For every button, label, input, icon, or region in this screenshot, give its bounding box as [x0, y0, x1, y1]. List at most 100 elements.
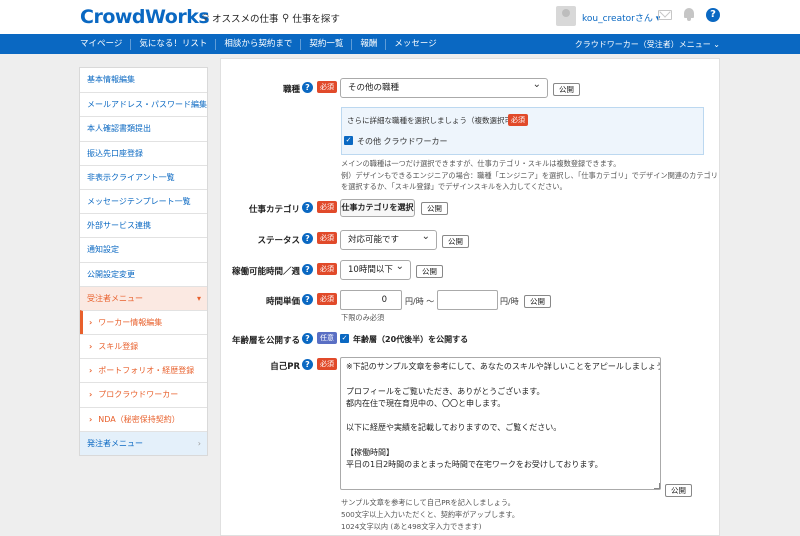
- help-icon[interactable]: ?: [302, 294, 313, 305]
- pr-line: ※下記のサンプル文章を参考にして、あなたのスキルや詳しいことをアピールしましょう…: [346, 362, 661, 371]
- rate-public-toggle[interactable]: 公開: [524, 295, 551, 308]
- lightbulb-icon: 💡︎: [202, 12, 209, 24]
- category-public-toggle[interactable]: 公開: [421, 202, 448, 215]
- occupation-note-3: を選択するか、「スキル登録」でデザインスキルを入力してください。: [341, 182, 567, 191]
- main-nav: マイページ 気になる！リスト 相談から契約まで 契約一覧 報酬 メッセージ: [72, 34, 445, 54]
- help-icon[interactable]: ?: [706, 8, 720, 22]
- rate-max-input[interactable]: [437, 290, 498, 310]
- pr-line: 以下に経歴や実績を記載しておりますので、ご覧ください。: [346, 423, 562, 433]
- sidebar-item-portfolio[interactable]: ポートフォリオ・経歴登録: [80, 358, 207, 382]
- occupation-label: 職種: [282, 85, 300, 95]
- pr-note-3: 1024文字以内 (あと498文字入力できます): [341, 522, 482, 531]
- username: kou_creatorさん: [582, 14, 653, 24]
- sidebar: 基本情報編集 メールアドレス・パスワード編集 本人確認書類提出 振込先口座登録 …: [79, 67, 208, 456]
- required-badge: 必須: [317, 201, 337, 213]
- sidebar-item-notifications[interactable]: 通知設定: [80, 237, 207, 261]
- status-label: ステータス: [257, 236, 300, 246]
- pr-line: 平日の1日2時間のまとまった時間で在宅ワークをお受けしております。: [346, 460, 603, 470]
- nav-search-jobs[interactable]: ⚲ 仕事を探す: [282, 11, 340, 26]
- top-header: CrowdWorks 💡︎ オススメの仕事 ⚲ 仕事を探す kou_creato…: [0, 0, 800, 34]
- checkbox-show-age[interactable]: ✓: [340, 334, 349, 343]
- hours-select[interactable]: 10時間以下: [340, 258, 411, 280]
- nav-recommended-jobs[interactable]: 💡︎ オススメの仕事: [202, 11, 279, 26]
- pr-public-toggle[interactable]: 公開: [665, 484, 692, 497]
- sidebar-item-label: ポートフォリオ・経歴登録: [98, 366, 195, 376]
- pr-line: プロフィールをご覧いただき、ありがとうございます。: [346, 386, 545, 396]
- sidebar-item-external-services[interactable]: 外部サービス連携: [80, 213, 207, 237]
- pr-textarea[interactable]: ※下記のサンプル文章を参考にして、あなたのスキルや詳しいことをアピールしましょう…: [340, 357, 661, 490]
- bell-icon[interactable]: [683, 8, 695, 21]
- help-icon[interactable]: ?: [302, 202, 313, 213]
- crowdworks-logo[interactable]: CrowdWorks: [80, 6, 210, 28]
- rate-unit-1: 円/時 〜: [405, 297, 435, 306]
- required-badge: 必須: [317, 232, 337, 244]
- sidebar-item-label: スキル登録: [98, 342, 139, 352]
- sidebar-item-message-templates[interactable]: メッセージテンプレート一覧: [80, 188, 207, 213]
- sidebar-item-basic-info[interactable]: 基本情報編集: [80, 68, 207, 92]
- age-label: 年齢層を公開する: [231, 336, 300, 346]
- sidebar-item-label: ワーカー情報編集: [98, 317, 163, 327]
- optional-badge: 任意: [317, 332, 337, 344]
- required-badge: 必須: [317, 358, 337, 370]
- sidebar-item-pro-worker[interactable]: プロクラウドワーカー: [80, 382, 207, 406]
- rate-label: 時間単価: [265, 297, 300, 307]
- sidebar-item-nda[interactable]: NDA（秘密保持契約）: [80, 406, 207, 431]
- required-badge: 必須: [317, 263, 337, 275]
- pr-line: 【稼働時間】: [346, 448, 394, 458]
- sidebar-section-worker-menu[interactable]: 受注者メニュー: [80, 285, 207, 310]
- required-badge: 必須: [508, 114, 528, 126]
- sidebar-item-bank-account[interactable]: 振込先口座登録: [80, 140, 207, 165]
- rate-unit-2: 円/時: [500, 297, 519, 306]
- occupation-note-1: メインの職種は一つだけ選択できますが、仕事カテゴリ・スキルは複数登録できます。: [341, 159, 621, 168]
- help-icon[interactable]: ?: [302, 233, 313, 244]
- category-label: 仕事カテゴリ: [248, 205, 300, 215]
- sidebar-item-email-password[interactable]: メールアドレス・パスワード編集: [80, 92, 207, 116]
- textarea-resize-handle[interactable]: [654, 483, 660, 489]
- nav-messages[interactable]: メッセージ: [385, 38, 444, 50]
- user-menu[interactable]: kou_creatorさん ▾: [582, 11, 660, 24]
- hours-public-toggle[interactable]: 公開: [416, 265, 443, 278]
- occupation-detail-option: その他 クラウドワーカー: [357, 137, 448, 146]
- status-public-toggle[interactable]: 公開: [442, 235, 469, 248]
- required-badge: 必須: [317, 293, 337, 305]
- help-icon[interactable]: ?: [302, 264, 313, 275]
- occupation-select[interactable]: その他の職種: [340, 76, 548, 98]
- age-option-label: 年齢層（20代後半）を公開する: [353, 335, 469, 344]
- occupation-note-2: 例）デザインもできるエンジニアの場合：職種「エンジニア」を選択し、「仕事カテゴリ…: [341, 170, 718, 180]
- sidebar-item-id-documents[interactable]: 本人確認書類提出: [80, 116, 207, 140]
- rate-min-input[interactable]: 0: [340, 290, 402, 310]
- nav-rewards[interactable]: 報酬: [351, 38, 385, 50]
- pr-line: [346, 410, 655, 422]
- nav-consult[interactable]: 相談から契約まで: [215, 38, 300, 50]
- occupation-detail-title: さらに詳細な職種を選択しましょう（複数選択可）: [347, 116, 520, 125]
- nav-search-label: 仕事を探す: [292, 14, 340, 25]
- nav-favorites[interactable]: 気になる！リスト: [130, 38, 215, 50]
- nav-mypage[interactable]: マイページ: [72, 39, 130, 50]
- occupation-public-toggle[interactable]: 公開: [553, 83, 580, 96]
- help-icon[interactable]: ?: [302, 333, 313, 344]
- sidebar-item-worker-info[interactable]: ワーカー情報編集: [80, 309, 207, 335]
- search-icon: ⚲: [282, 12, 290, 24]
- select-category-button[interactable]: 仕事カテゴリを選択: [340, 199, 415, 217]
- pr-note-1: サンプル文章を参考にして自己PRを記入しましょう。: [341, 498, 515, 507]
- sidebar-item-hidden-clients[interactable]: 非表示クライアント一覧: [80, 164, 207, 189]
- avatar[interactable]: [556, 6, 576, 26]
- chevron-down-icon: ⌄: [713, 40, 720, 49]
- status-select[interactable]: 対応可能です: [340, 228, 437, 250]
- worker-menu-dropdown[interactable]: クラウドワーカー（受注者）メニュー ⌄: [575, 39, 720, 50]
- nav-contracts[interactable]: 契約一覧: [300, 38, 351, 50]
- rate-note: 下限のみ必須: [341, 313, 385, 322]
- help-icon[interactable]: ?: [302, 359, 313, 370]
- mail-icon[interactable]: [658, 10, 672, 20]
- sidebar-section-client-menu[interactable]: 発注者メニュー: [80, 430, 207, 455]
- pr-line: [346, 373, 655, 385]
- sidebar-item-label: プロクラウドワーカー: [98, 390, 179, 400]
- sidebar-item-label: NDA（秘密保持契約）: [98, 414, 180, 424]
- help-icon[interactable]: ?: [302, 82, 313, 93]
- sidebar-item-visibility[interactable]: 公開設定変更: [80, 261, 207, 286]
- required-badge: 必須: [317, 81, 337, 93]
- nav-recommended-label: オススメの仕事: [212, 14, 279, 25]
- worker-menu-label: クラウドワーカー（受注者）メニュー: [574, 40, 711, 49]
- sidebar-item-skills[interactable]: スキル登録: [80, 334, 207, 358]
- checkbox-other-worker[interactable]: ✓: [344, 136, 353, 145]
